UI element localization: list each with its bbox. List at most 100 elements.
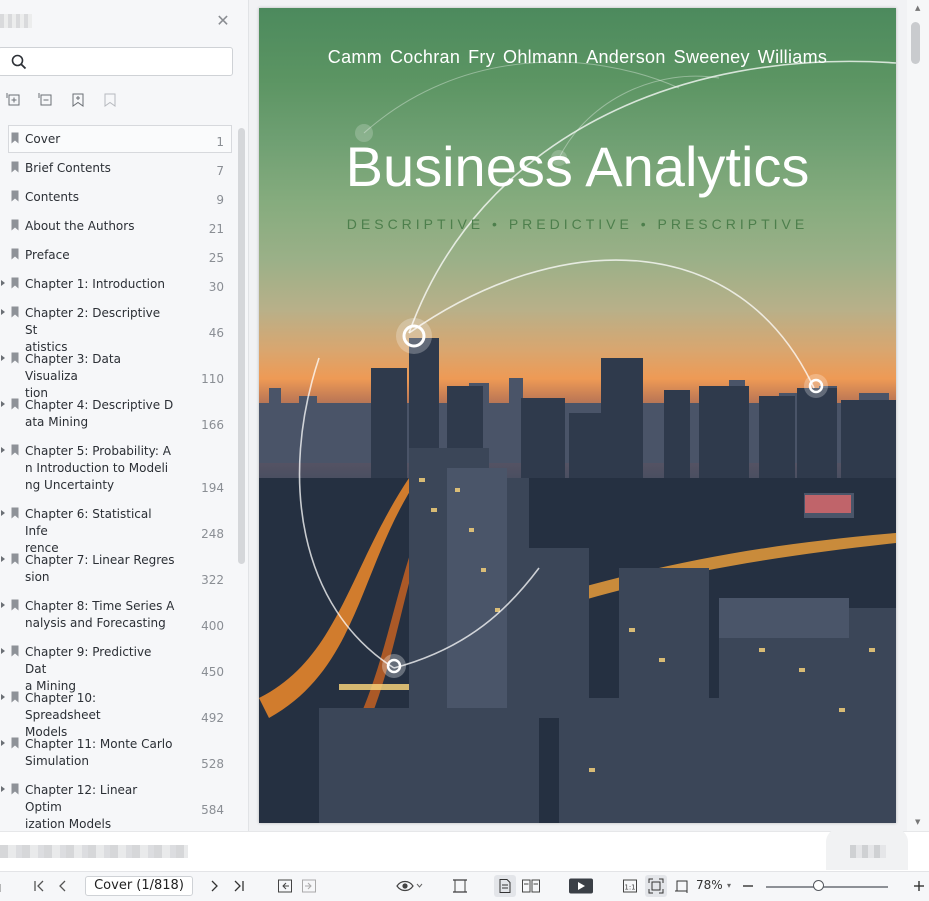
expand-caret-icon[interactable] [1,510,5,516]
bookmark-icon [11,691,19,703]
outline-item-page: 7 [216,164,224,178]
bookmark-icon [11,248,19,260]
scroll-down-arrow-icon[interactable]: ▼ [915,818,920,826]
outline-toolbar [6,92,129,108]
outline-item-label: Chapter 11: Monte Carlo Simulation [25,737,173,768]
outline-item[interactable]: Chapter 1: Introduction 30 [0,269,236,298]
outline-item-label: About the Authors [25,219,135,233]
outline-item-page: 30 [208,280,224,294]
next-page-icon[interactable] [209,878,221,894]
outline-item-label: Brief Contents [25,161,111,175]
expand-caret-icon[interactable] [1,309,5,315]
bookmark-icon [11,599,19,611]
expand-caret-icon[interactable] [1,786,5,792]
zoom-out-icon[interactable] [742,878,754,894]
bookmark-icon [11,507,19,519]
outline-item[interactable]: Chapter 10: Spreadsheet Models 492 [0,683,236,739]
outline-item[interactable]: Contents 9 [0,182,236,211]
sidebar-scrollbar-thumb[interactable] [238,128,245,564]
sidebar-toggle-handle[interactable] [0,878,4,894]
status-area [0,828,929,872]
cover-author: Sweeney [673,47,750,67]
forward-icon[interactable] [301,878,317,894]
cover-title: Business Analytics [345,135,810,198]
outline-item-label: Chapter 5: Probability: A n Introduction… [25,444,171,492]
cover-authors: Camm Cochran Fry Ohlmann Anderson Sweeney Will… [259,47,896,68]
outline-item[interactable]: Chapter 4: Descriptive D ata Mining 166 [0,390,236,436]
outline-item[interactable]: Chapter 3: Data Visualiza tion 110 [0,344,236,400]
zoom-dropdown-chevron-icon[interactable]: ▾ [725,878,733,894]
prev-page-icon[interactable] [56,878,68,894]
zoom-level[interactable]: 78% [696,878,723,892]
sidebar-title-blurred [0,14,32,28]
search-icon [11,54,27,70]
document-view[interactable]: Camm Cochran Fry Ohlmann Anderson Sweeney Will… [249,0,907,831]
first-page-icon[interactable] [32,878,46,894]
expand-caret-icon[interactable] [1,694,5,700]
outline-search-box[interactable] [0,47,233,76]
two-page-icon[interactable] [521,878,541,894]
cover-author: Williams [757,47,828,67]
outline-item[interactable]: Chapter 9: Predictive Dat a Mining 450 [0,637,236,693]
outline-item[interactable]: Preface 25 [0,240,236,269]
zoom-slider-track[interactable] [766,886,888,888]
outline-item-page: 110 [201,372,224,386]
actual-size-icon[interactable]: 1:1 [622,878,638,894]
outline-search-input[interactable] [33,52,227,74]
expand-caret-icon[interactable] [1,602,5,608]
outline-item-page: 166 [201,418,224,432]
cover-author: Fry [468,47,496,67]
play-icon[interactable] [568,878,594,894]
expand-caret-icon[interactable] [1,447,5,453]
eye-icon[interactable] [396,878,424,894]
zoom-slider-knob[interactable] [813,880,825,891]
outline-item-label: Preface [25,248,70,262]
outline-item[interactable]: Chapter 2: Descriptive St atistics 46 [0,298,236,354]
outline-item[interactable]: Chapter 6: Statistical Infe rence 248 [0,499,236,555]
outline-item-page: 528 [201,757,224,771]
document-scrollbar-thumb[interactable] [911,22,920,64]
add-bookmark-icon[interactable] [70,92,86,108]
outline-item[interactable]: Cover 1 [0,124,236,153]
close-icon[interactable]: ✕ [214,12,232,30]
outline-item-page: 400 [201,619,224,633]
bookmark-icon [11,132,19,144]
expand-caret-icon[interactable] [1,740,5,746]
outline-item[interactable]: Chapter 5: Probability: A n Introduction… [0,436,236,499]
outline-item-page: 46 [208,326,224,340]
fit-page-icon[interactable] [648,878,664,894]
outline-item[interactable]: Chapter 11: Monte Carlo Simulation 528 [0,729,236,775]
expand-caret-icon[interactable] [1,648,5,654]
zoom-in-icon[interactable] [913,878,925,894]
fit-width-icon[interactable] [451,878,469,894]
back-icon[interactable] [277,878,293,894]
last-page-icon[interactable] [232,878,246,894]
page-number-field[interactable]: Cover (1/818) [85,876,193,896]
outline-item[interactable]: Chapter 12: Linear Optim ization Models 5… [0,775,236,831]
outline-item[interactable]: Brief Contents 7 [0,153,236,182]
single-page-icon[interactable] [497,878,513,894]
remove-bookmark-icon[interactable] [102,92,118,108]
outline-item-label: Chapter 8: Time Series A nalysis and For… [25,599,175,630]
outline-item-label: Chapter 7: Linear Regres sion [25,553,175,584]
expand-caret-icon[interactable] [1,401,5,407]
bottom-toolbar: Cover (1/818) 1:1 78% ▾ [0,871,929,901]
blurred-status-text [0,845,188,858]
cover-author: Ohlmann [503,47,579,67]
expand-caret-icon[interactable] [1,556,5,562]
document-scrollbar[interactable]: ▲ ▼ [907,0,929,831]
outline-item[interactable]: About the Authors 21 [0,211,236,240]
scroll-up-arrow-icon[interactable]: ▲ [915,4,920,12]
outline-item[interactable]: Chapter 7: Linear Regres sion 322 [0,545,236,591]
bookmark-icon [11,352,19,364]
outline-item-page: 492 [201,711,224,725]
expand-caret-icon[interactable] [1,355,5,361]
crop-icon[interactable] [674,878,690,894]
outline-item-label: Chapter 1: Introduction [25,277,165,291]
expand-all-icon[interactable] [6,92,22,108]
expand-caret-icon[interactable] [1,280,5,286]
bookmark-icon [11,306,19,318]
outline-item-label: Cover [25,132,61,146]
collapse-all-icon[interactable] [38,92,54,108]
outline-item[interactable]: Chapter 8: Time Series A nalysis and For… [0,591,236,637]
